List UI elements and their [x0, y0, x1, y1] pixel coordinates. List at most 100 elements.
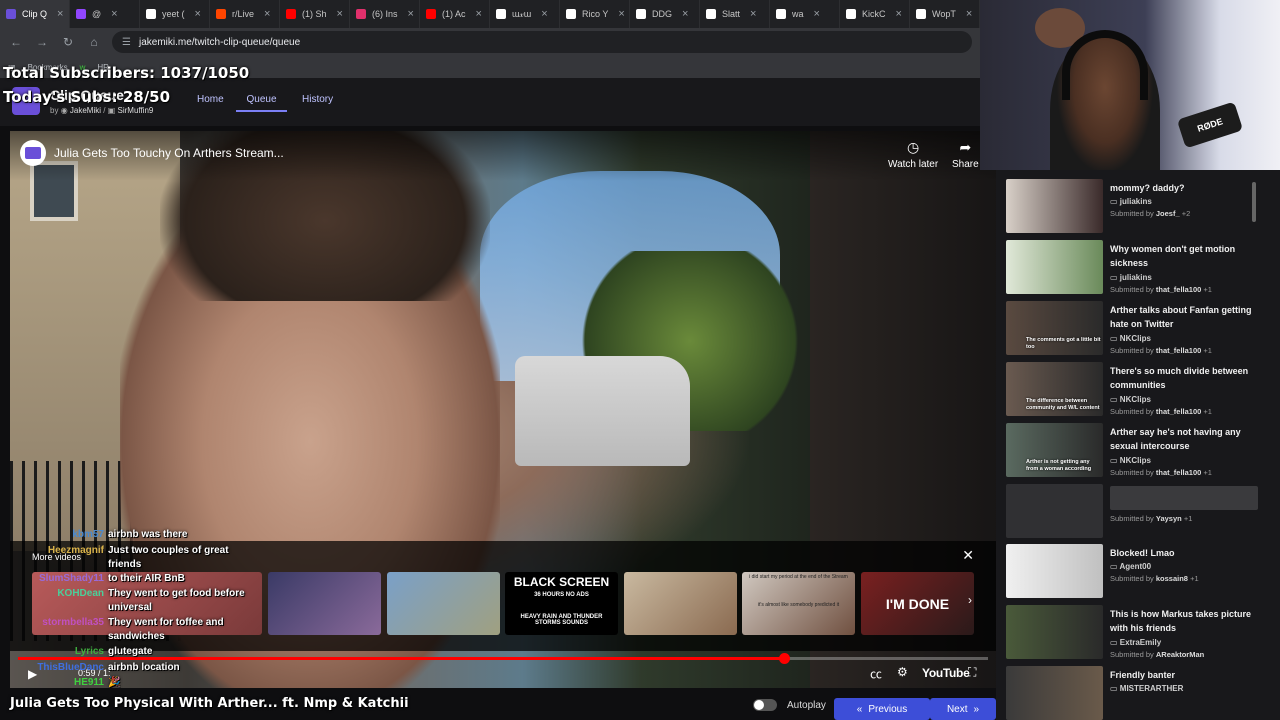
queue-item[interactable]: The difference between community and W/L…: [1006, 362, 1266, 420]
share-button[interactable]: ➦ Share: [952, 139, 979, 170]
chat-message: Lyrics glutegate: [12, 645, 258, 659]
nav-queue[interactable]: Queue: [236, 94, 287, 112]
close-tab-icon[interactable]: ×: [264, 8, 270, 20]
site-info-icon[interactable]: ☰: [122, 37, 131, 48]
fullscreen-icon[interactable]: ⛶: [968, 665, 976, 680]
queue-item-submitter: Submitted by Joesf_ +2: [1110, 209, 1191, 218]
queue-item-thumbnail: Arther is not getting any from a woman a…: [1006, 423, 1103, 477]
close-tab-icon[interactable]: ×: [337, 8, 343, 20]
queue-item-title: This is how Markus takes picture with hi…: [1110, 609, 1252, 633]
browser-tab[interactable]: Rico Y ×: [560, 0, 630, 28]
nav-history[interactable]: History: [302, 94, 333, 105]
browser-tab[interactable]: wa ×: [770, 0, 840, 28]
close-tab-icon[interactable]: ×: [111, 8, 117, 20]
browser-tab[interactable]: (1) Ac ×: [420, 0, 490, 28]
forward-icon[interactable]: →: [34, 35, 50, 49]
browser-tab[interactable]: WopT ×: [910, 0, 980, 28]
queue-item-title: mommy? daddy?: [1110, 183, 1185, 193]
close-icon[interactable]: ✕: [962, 547, 974, 564]
suggested-video-thumbnail[interactable]: [624, 572, 737, 635]
browser-tab[interactable]: yeet (×: [140, 0, 210, 28]
captions-icon[interactable]: ㏄: [870, 665, 882, 682]
reload-icon[interactable]: ↻: [60, 35, 76, 49]
queue-item-thumbnail: The difference between community and W/L…: [1006, 362, 1103, 416]
browser-tab[interactable]: ɯ𝓍ɯ ×: [490, 0, 560, 28]
tab-favicon-icon: [286, 9, 296, 19]
watch-later-button[interactable]: ◷ Watch later: [888, 139, 938, 170]
autoplay-switch[interactable]: [753, 699, 777, 711]
close-tab-icon[interactable]: ×: [750, 8, 756, 20]
tab-favicon-icon: [916, 9, 926, 19]
chat-message: Heezmagnif Just two couples of great frie…: [12, 544, 258, 572]
queue-item-title: Friendly banter: [1110, 670, 1176, 680]
youtube-logo[interactable]: YouTube: [922, 666, 970, 680]
nav-home[interactable]: Home: [197, 94, 224, 105]
address-bar[interactable]: ☰ jakemiki.me/twitch-clip-queue/queue: [112, 31, 972, 53]
queue-item-channel: ▭ MISTERARTHER: [1110, 684, 1184, 693]
queue-item-thumbnail: [1006, 484, 1103, 538]
suggested-video-thumbnail[interactable]: i did start my period at the end of the …: [742, 572, 855, 635]
close-tab-icon[interactable]: ×: [814, 8, 820, 20]
browser-tab[interactable]: r/Live ×: [210, 0, 280, 28]
channel-avatar[interactable]: [20, 140, 46, 166]
suggested-video-thumbnail[interactable]: [268, 572, 381, 635]
tab-label: KickC: [862, 9, 886, 19]
chat-text: glutegate: [108, 646, 153, 657]
close-tab-icon[interactable]: ×: [408, 8, 414, 20]
queue-item-submitter: Submitted by that_fella100 +1: [1110, 285, 1212, 294]
queue-item[interactable]: Why women don't get motion sickness ▭ jul…: [1006, 240, 1266, 298]
browser-tab[interactable]: Clip Q ×: [0, 0, 70, 28]
queue-item[interactable]: This is how Markus takes picture with hi…: [1006, 605, 1266, 663]
chevron-right-icon[interactable]: ›: [968, 593, 972, 607]
streamer-webcam: RØDE: [980, 0, 1280, 170]
browser-tab[interactable]: DDG ×: [630, 0, 700, 28]
total-subscribers-counter: Total Subscribers: 1037/1050: [3, 64, 250, 82]
tab-favicon-icon: [426, 9, 436, 19]
queue-item-submitter: Submitted by Yaysyn +1: [1110, 514, 1193, 523]
video-title[interactable]: Julia Gets Too Touchy On Arthers Stream.…: [54, 146, 284, 160]
suggested-video-thumbnail[interactable]: [387, 572, 500, 635]
close-tab-icon[interactable]: ×: [896, 8, 902, 20]
queue-item[interactable]: The comments got a little bit too Arther …: [1006, 301, 1266, 359]
tab-label: (6) Ins: [372, 9, 398, 19]
browser-tab[interactable]: Slatt ×: [700, 0, 770, 28]
chat-username: SlumShady11: [38, 573, 104, 584]
chat-username: KOHDean: [57, 588, 104, 599]
suggested-video-thumbnail[interactable]: BLACK SCREEN 36 HOURS NO ADS HEAVY RAIN AN…: [505, 572, 618, 635]
close-tab-icon[interactable]: ×: [476, 8, 482, 20]
browser-toolbar: ← → ↻ ⌂ ☰ jakemiki.me/twitch-clip-queue/…: [0, 28, 980, 56]
browser-tab[interactable]: (1) Sh ×: [280, 0, 350, 28]
home-icon[interactable]: ⌂: [86, 35, 102, 49]
browser-tab[interactable]: (6) Ins ×: [350, 0, 420, 28]
author-link[interactable]: JakeMiki: [70, 106, 101, 115]
queue-item[interactable]: Submitted by Yaysyn +1: [1006, 484, 1266, 542]
close-tab-icon[interactable]: ×: [195, 8, 201, 20]
chat-text: They went for toffee and sandwiches: [108, 617, 224, 642]
back-icon[interactable]: ←: [8, 35, 24, 49]
browser-tab[interactable]: KickC ×: [840, 0, 910, 28]
queue-item-channel: ▭ juliakins: [1110, 197, 1152, 206]
queue-scrollbar[interactable]: [1252, 182, 1256, 222]
queue-item-thumbnail: [1006, 544, 1103, 598]
queue-item-submitter: Submitted by kossain8 +1: [1110, 574, 1199, 583]
previous-button[interactable]: « Previous: [834, 698, 930, 720]
author-link[interactable]: SirMuffin9: [118, 106, 154, 115]
tab-label: (1) Sh: [302, 9, 327, 19]
queue-sidebar: mommy? daddy? ▭ juliakins Submitted by Joe…: [996, 170, 1280, 720]
close-tab-icon[interactable]: ×: [618, 8, 624, 20]
close-tab-icon[interactable]: ×: [541, 8, 547, 20]
tab-label: wa: [792, 9, 804, 19]
settings-gear-icon[interactable]: ⚙: [897, 665, 908, 679]
close-tab-icon[interactable]: ×: [682, 8, 688, 20]
queue-item[interactable]: Arther is not getting any from a woman a…: [1006, 423, 1266, 481]
browser-tab[interactable]: @ ×: [70, 0, 140, 28]
queue-item[interactable]: Blocked! Lmao ▭ Agent00 Submitted by kossa…: [1006, 544, 1266, 602]
close-tab-icon[interactable]: ×: [966, 8, 972, 20]
queue-item[interactable]: Friendly banter ▭ MISTERARTHER: [1006, 666, 1266, 720]
next-button[interactable]: Next »: [930, 698, 996, 720]
queue-item[interactable]: mommy? daddy? ▭ juliakins Submitted by Joe…: [1006, 179, 1266, 237]
suggested-video-thumbnail[interactable]: I'M DONE: [861, 572, 974, 635]
close-tab-icon[interactable]: ×: [57, 8, 63, 20]
tab-label: WopT: [932, 9, 956, 19]
autoplay-toggle[interactable]: Autoplay: [753, 699, 826, 711]
